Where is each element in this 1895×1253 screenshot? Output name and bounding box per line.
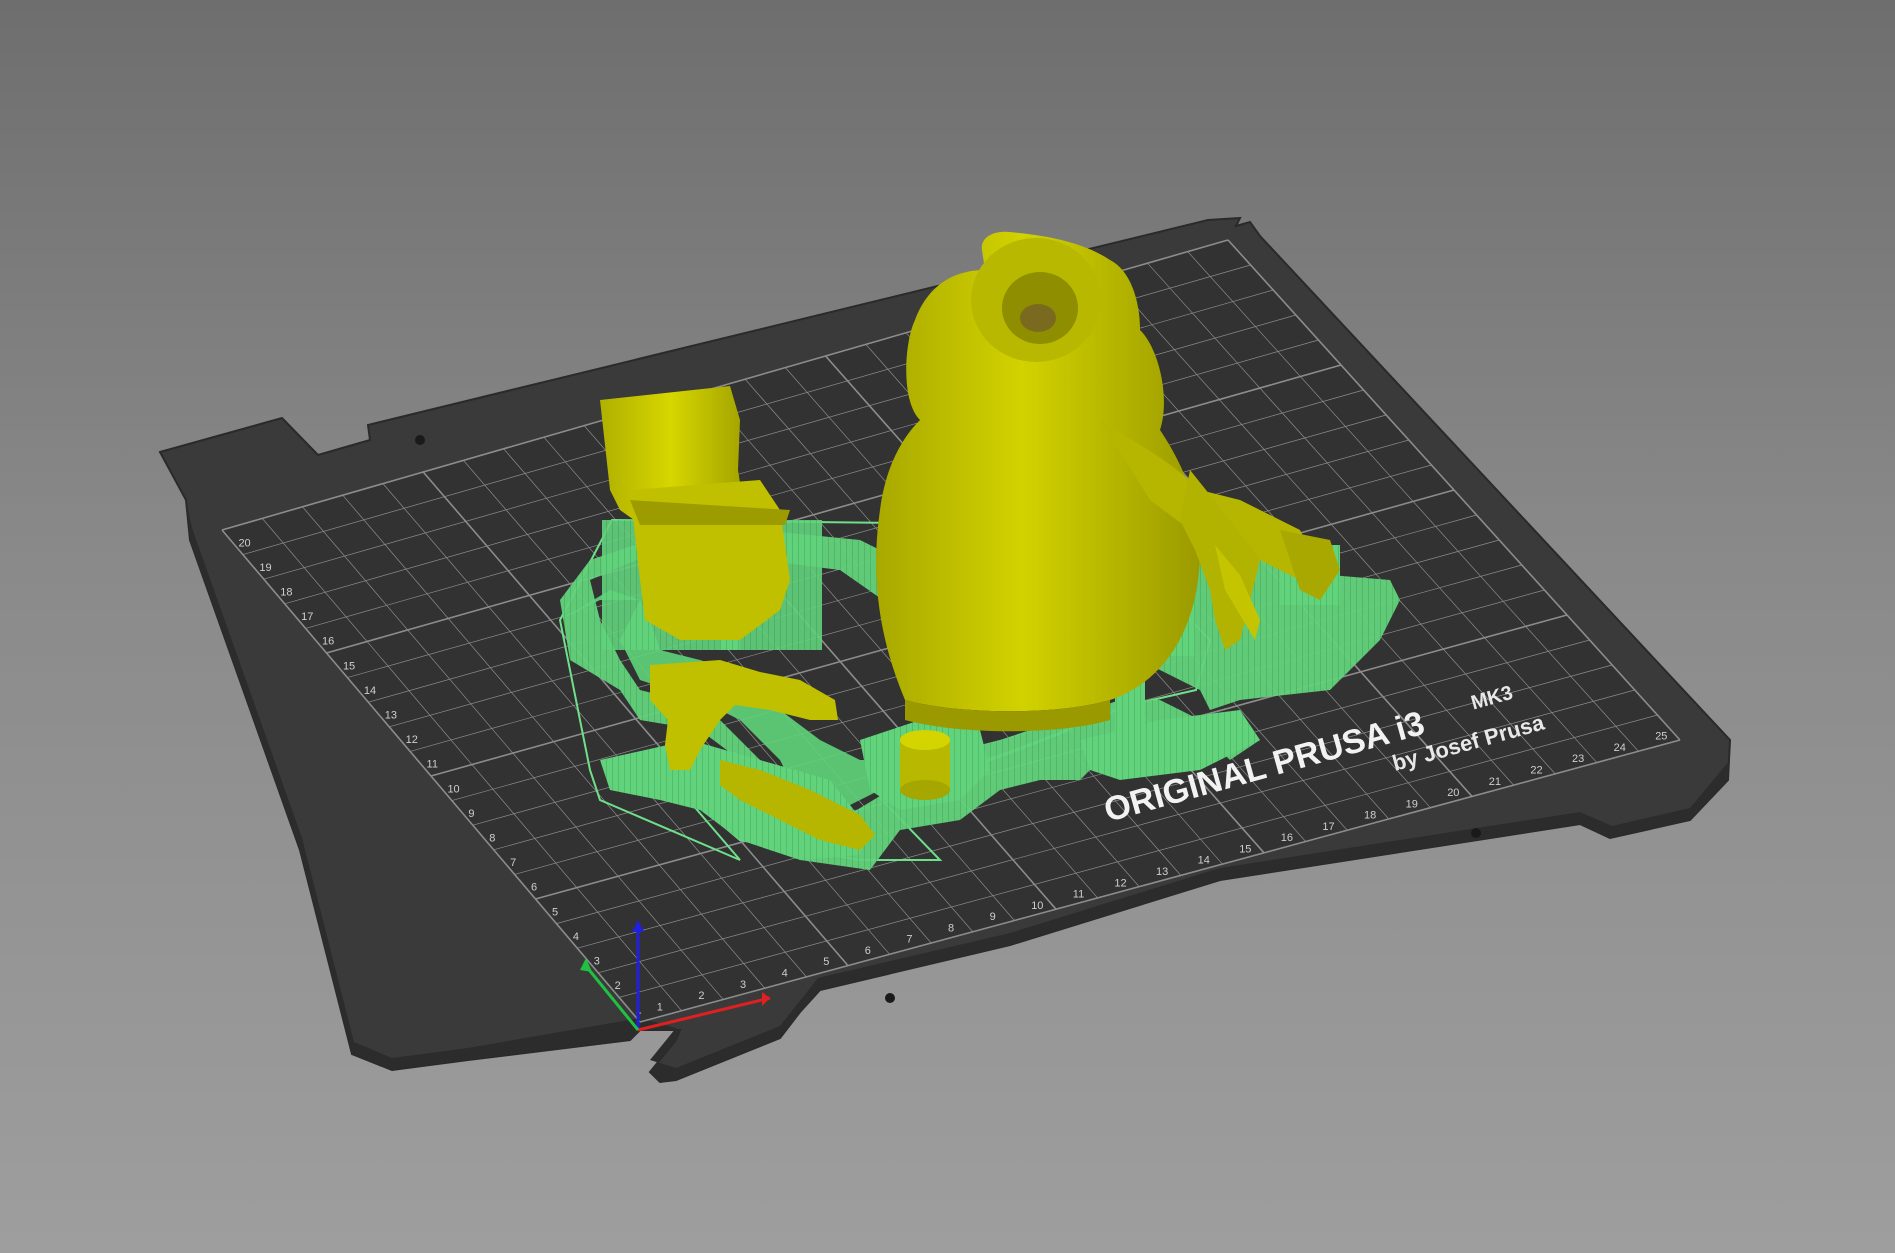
3d-viewport[interactable]: 1 2 3 4 5 6 7 8 9 10 11 12 13 14 15 16 17 18 19 20 21 22 23 24 2…: [0, 0, 1895, 1253]
x-tick-label: 8: [948, 922, 954, 934]
x-tick-label: 7: [906, 934, 912, 946]
x-tick-label: 15: [1239, 843, 1251, 855]
y-tick-label: 6: [531, 882, 537, 894]
y-tick-label: 12: [406, 734, 418, 746]
x-tick-label: 17: [1322, 821, 1334, 833]
snowman-neck-cavity: [1020, 304, 1056, 332]
y-tick-label: 19: [259, 562, 271, 574]
y-tick-label: 7: [510, 857, 516, 869]
x-tick-label: 10: [1031, 900, 1043, 912]
x-tick-label: 24: [1614, 742, 1626, 754]
x-tick-label: 4: [782, 968, 788, 980]
bed-screw: [1471, 828, 1481, 838]
x-tick-label: 20: [1447, 787, 1459, 799]
x-tick-label: 11: [1073, 889, 1084, 901]
bed-screw: [415, 435, 425, 445]
x-tick-label: 9: [990, 911, 996, 923]
x-tick-label: 25: [1655, 731, 1667, 743]
x-tick-label: 21: [1489, 776, 1501, 788]
y-tick-label: 15: [343, 660, 355, 672]
x-tick-label: 19: [1406, 798, 1418, 810]
y-tick-label: 18: [280, 587, 292, 599]
y-tick-label: 10: [447, 783, 459, 795]
x-tick-label: 22: [1530, 764, 1542, 776]
y-tick-label: 5: [552, 906, 558, 918]
x-tick-label: 2: [698, 990, 704, 1002]
x-tick-label: 6: [865, 945, 871, 957]
bed-screw: [885, 993, 895, 1003]
y-tick-label: 2: [615, 980, 621, 992]
y-tick-label: 8: [489, 833, 495, 845]
x-tick-label: 12: [1114, 877, 1126, 889]
y-tick-label: 16: [322, 636, 334, 648]
y-tick-label: 3: [594, 956, 600, 968]
x-tick-label: 5: [823, 956, 829, 968]
y-tick-label: 20: [238, 537, 250, 549]
x-tick-label: 13: [1156, 866, 1168, 878]
y-tick-label: 14: [364, 685, 376, 697]
y-tick-label: 9: [468, 808, 474, 820]
x-tick-label: 1: [657, 1001, 663, 1013]
x-tick-label: 3: [740, 979, 746, 991]
y-tick-label: 17: [301, 611, 313, 623]
y-tick-label: 11: [427, 759, 438, 771]
x-tick-label: 14: [1198, 855, 1210, 867]
x-tick-label: 23: [1572, 753, 1584, 765]
x-tick-label: 18: [1364, 810, 1376, 822]
y-tick-label: 13: [385, 710, 397, 722]
x-tick-label: 16: [1281, 832, 1293, 844]
y-tick-label: 4: [573, 931, 579, 943]
nose[interactable]: [900, 730, 950, 800]
